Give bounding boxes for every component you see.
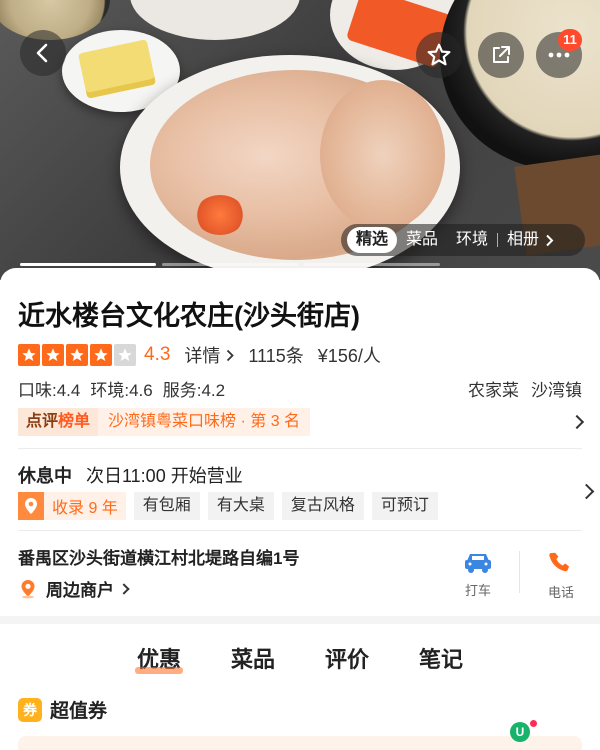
feature-tag-retro-style: 复古风格 [281,492,364,520]
feature-tag-private-room: 有包厢 [133,492,200,520]
location-pin-icon [18,492,44,520]
progress-segment [304,263,440,266]
taxi-button[interactable]: 打车 [450,550,506,599]
chicken-pieces-right [320,80,445,230]
back-button[interactable] [20,30,66,76]
seafood-plate [130,0,300,40]
content-section: 优惠 菜品 评价 笔记 券 超值券 U [0,624,600,750]
tab-deals[interactable]: 优惠 [134,642,184,674]
shrimp [195,195,245,235]
phone-label: 电话 [547,585,574,600]
photo-tab-dishes[interactable]: 菜品 [397,227,447,253]
car-icon [465,554,491,573]
service-score: 服务:4.2 [162,381,226,400]
ranking-row[interactable]: 点评榜单 沙湾镇粤菜口味榜 · 第 3 名 [18,408,585,436]
notification-badge: 11 [558,29,582,51]
chevron-right-icon [118,582,130,595]
photo-tab-album[interactable]: 相册 [498,227,563,253]
nearby-location-icon [21,579,35,598]
hot-pot [440,0,600,170]
hero-photo[interactable]: 11 精选 菜品 环境 相册 [0,0,600,280]
nearby-label: 周边商户 [46,581,114,600]
progress-segment [162,263,298,266]
taxi-label: 打车 [464,583,491,598]
star-icon [66,344,88,366]
photo-tab-environment[interactable]: 环境 [447,227,497,253]
taste-score: 口味:4.4 [18,381,81,400]
voucher-section-header: 券 超值券 [18,696,107,723]
content-tabs: 优惠 菜品 评价 笔记 [0,642,600,674]
photo-tab-featured[interactable]: 精选 [347,227,398,253]
phone-button[interactable]: 电话 [533,550,589,601]
back-arrow-icon [36,43,48,63]
shop-info-card: 近水楼台文化农庄(沙头街店) 4.3 详情 1115条 ¥156/人 口味:4.… [0,268,600,616]
ranking-label-a: 点评 [26,413,59,430]
more-dots-icon [548,52,570,58]
feature-tags-row: 收录 9 年 有包厢 有大桌 复古风格 可预订 [18,492,582,520]
nearby-shops-link[interactable]: 周边商户 [18,576,130,601]
star-outline-icon [427,43,451,66]
floating-app-icon[interactable]: U [510,722,530,742]
review-count: 1115条 [248,346,304,366]
tab-notes[interactable]: 笔记 [419,642,463,674]
voucher-icon: 券 [18,697,42,722]
feature-tag-large-table: 有大桌 [207,492,274,520]
business-status: 休息中 [18,466,72,486]
shop-name: 近水楼台文化农庄(沙头街店) [18,301,360,331]
photo-tab-album-label: 相册 [507,231,540,248]
business-hours-row[interactable]: 休息中 次日11:00 开始营业 [18,462,582,488]
divider [18,530,582,531]
star-rating [18,344,136,366]
rating-row[interactable]: 4.3 详情 1115条 ¥156/人 [18,342,395,368]
years-listed-tag: 收录 9 年 [18,492,126,520]
chevron-right-icon [546,234,554,246]
voucher-title: 超值券 [50,701,108,722]
sub-scores-row: 口味:4.4 环境:4.6 服务:4.2 农家菜 沙湾镇 [18,376,582,401]
photo-progress [20,263,440,266]
shop-address[interactable]: 番禺区沙头街道横江村北堤路自编1号 [18,544,299,569]
chevron-right-icon [569,414,585,430]
divider [18,448,582,449]
rating-score: 4.3 [144,344,171,365]
star-empty-icon [114,344,136,366]
photo-category-tabs: 精选 菜品 环境 相册 [341,224,585,256]
ranking-label: 点评榜单 [18,408,99,436]
share-button[interactable] [478,32,524,78]
environment-score: 环境:4.6 [90,381,153,400]
share-icon [493,46,510,63]
ranking-text: 沙湾镇粤菜口味榜 · 第 3 名 [98,408,311,436]
tab-dishes[interactable]: 菜品 [231,642,275,674]
voucher-card-peek[interactable] [18,736,582,750]
next-open-time: 次日11:00 开始营业 [86,466,243,486]
ranking-label-b: 榜单 [58,413,91,430]
details-link[interactable]: 详情 [184,342,235,368]
years-listed-text: 收录 9 年 [52,500,118,517]
chevron-right-icon [227,349,235,361]
feature-tag-reservable: 可预订 [371,492,438,520]
average-price: ¥156/人 [317,346,381,366]
action-divider [519,551,520,593]
area-tag[interactable]: 沙湾镇 [531,376,582,401]
phone-icon [549,552,570,572]
progress-segment [20,263,156,266]
notification-dot [530,720,537,727]
star-icon [90,344,112,366]
star-icon [42,344,64,366]
star-icon [18,344,40,366]
category-tag[interactable]: 农家菜 [468,376,519,401]
tab-reviews[interactable]: 评价 [325,642,369,674]
favorite-button[interactable] [416,32,462,78]
details-label: 详情 [184,346,221,366]
